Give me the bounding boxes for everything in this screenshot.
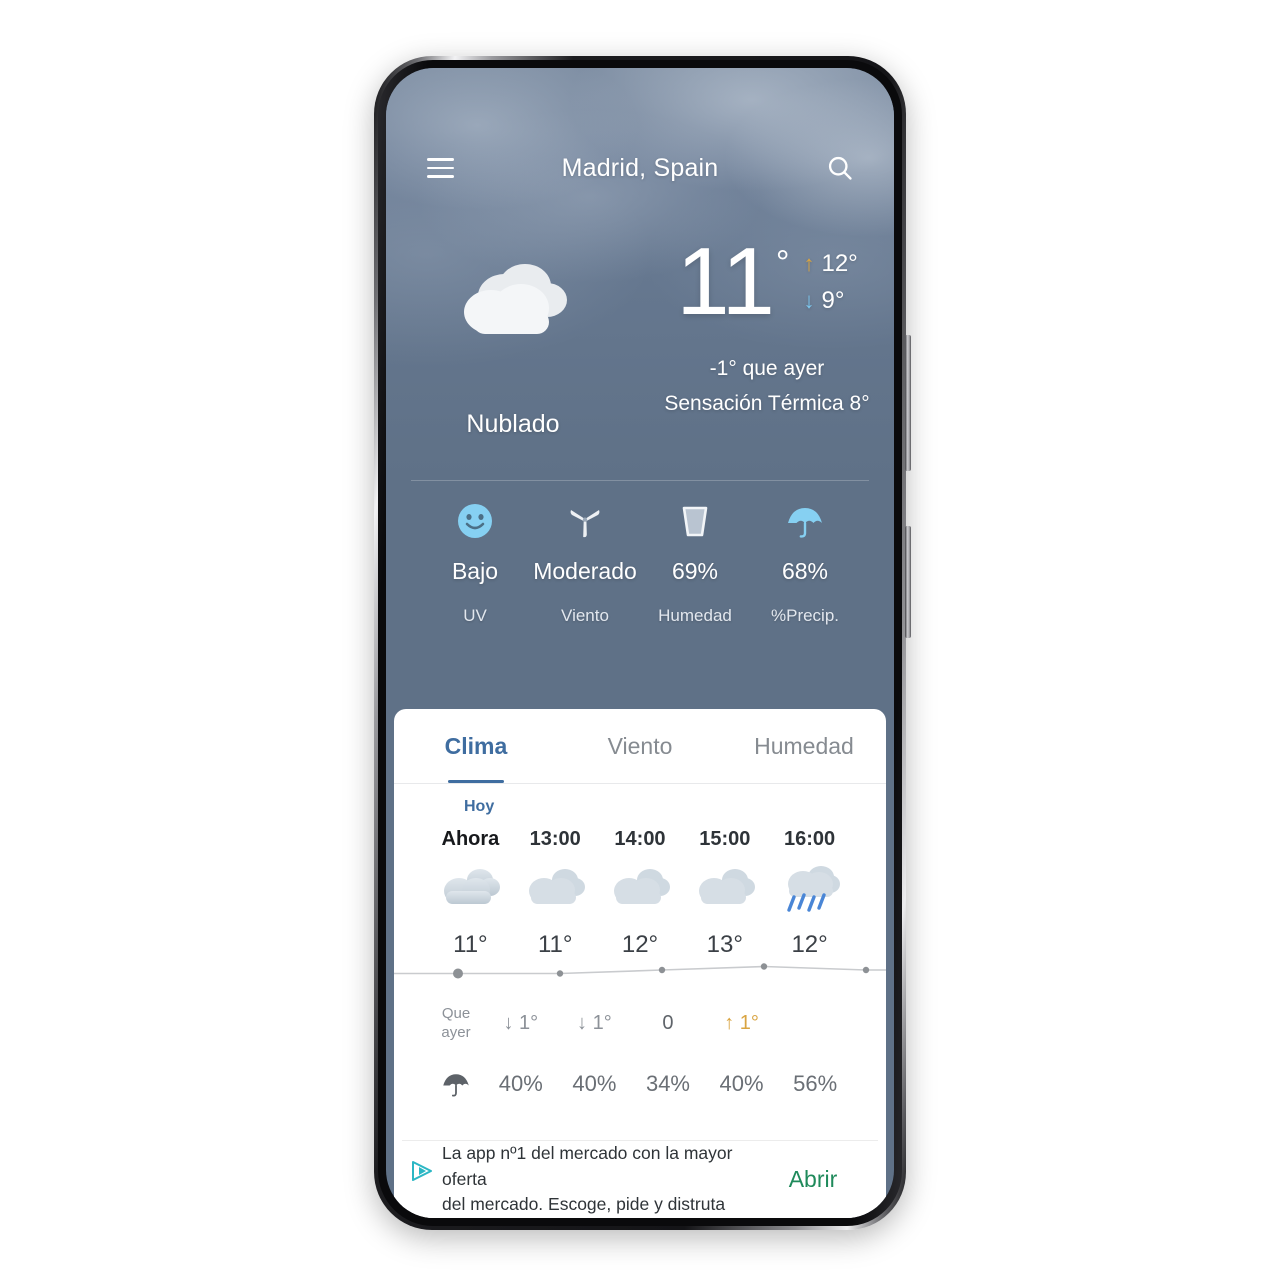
partly-cloudy-icon xyxy=(607,857,673,919)
hour-cell[interactable]: Ahora xyxy=(428,822,513,851)
vs-yesterday-cell: 0 xyxy=(631,1012,705,1035)
phone-screen: Madrid, Spain Nublado 11 ° ↑ 12° ↓ 9° -1… xyxy=(386,68,894,1218)
vs-yesterday-value: ↑ 1° xyxy=(724,1012,759,1035)
metric-precipitation[interactable]: 68% %Precip. xyxy=(750,500,860,627)
hour-cell[interactable]: 13:00 xyxy=(513,822,598,851)
temperature-column: 11 ° ↑ 12° ↓ 9° -1° que ayer Sensación T… xyxy=(640,228,894,422)
ad-text-line1: La app nº1 del mercado con la mayor ofer… xyxy=(442,1142,733,1189)
hour-time: 16:00 xyxy=(784,828,836,850)
precip-value: 40% xyxy=(719,1070,764,1096)
precip-value: 40% xyxy=(498,1070,543,1096)
ad-text-line2: del mercado. Escoge, pide y distruta xyxy=(442,1194,726,1215)
high-temp-value: 12° xyxy=(821,250,858,277)
partly-cloudy-icon xyxy=(692,857,758,919)
temperature-notes: -1° que ayer Sensación Térmica 8° xyxy=(664,352,869,421)
uv-smiley-icon xyxy=(456,500,494,542)
ad-text: La app nº1 del mercado con la mayor ofer… xyxy=(442,1141,748,1218)
metric-humidity-value: 69% xyxy=(671,558,719,584)
umbrella-icon xyxy=(428,1069,484,1099)
weather-hero: Madrid, Spain Nublado 11 ° ↑ 12° ↓ 9° -1… xyxy=(386,68,894,709)
high-temp-row: ↑ 12° xyxy=(803,250,857,278)
power-button[interactable] xyxy=(905,526,911,638)
hour-cell[interactable]: 16:00 xyxy=(767,822,852,851)
precip-value: 56% xyxy=(793,1070,838,1096)
tabs-divider xyxy=(394,783,886,784)
vs-yesterday-value: 0 xyxy=(662,1012,674,1035)
metric-precipitation-label: %Precip. xyxy=(770,606,840,625)
hour-cell[interactable]: 14:00 xyxy=(598,822,683,851)
hourly-forecast: Ahora 13:00 14:00 15:00 16:00 11° 11° 12… xyxy=(394,822,886,1099)
hourly-icon-row xyxy=(394,851,886,919)
forecast-card: Clima Viento Humedad Hoy Ahora 13:00 14:… xyxy=(394,709,886,1218)
cloudy-icon xyxy=(451,256,575,348)
vs-yesterday-value: ↓ 1° xyxy=(503,1012,539,1035)
hero-divider xyxy=(411,480,869,481)
tab-clima[interactable]: Clima xyxy=(394,709,558,783)
app-top-bar: Madrid, Spain xyxy=(386,140,894,196)
volume-button[interactable] xyxy=(905,335,911,471)
compare-yesterday-text: -1° que ayer xyxy=(709,357,825,381)
page-title: Madrid, Spain xyxy=(561,153,719,182)
hour-time: 15:00 xyxy=(699,828,751,850)
tab-clima-label: Clima xyxy=(444,732,508,759)
degree-symbol: ° xyxy=(775,244,790,282)
low-temp-value: 9° xyxy=(821,287,845,314)
arrow-up-icon: ↑ xyxy=(803,251,815,276)
forecast-tabs: Clima Viento Humedad xyxy=(394,709,886,783)
vs-yesterday-value: ↓ 1° xyxy=(577,1012,612,1035)
vs-yesterday-label: Que ayer xyxy=(441,1005,471,1041)
tab-humedad[interactable]: Humedad xyxy=(722,709,886,783)
tab-viento-label: Viento xyxy=(607,732,673,759)
metric-wind[interactable]: Moderado Viento xyxy=(530,500,640,627)
adchoices-icon[interactable] xyxy=(402,1160,442,1200)
humidity-glass-icon xyxy=(678,500,712,542)
vs-yesterday-cell: ↓ 1° xyxy=(558,1012,632,1035)
hour-time: 13:00 xyxy=(529,828,581,850)
rain-icon xyxy=(777,857,843,919)
metric-humidity-label: Humedad xyxy=(658,606,732,625)
vs-yesterday-cell: ↓ 1° xyxy=(484,1012,558,1035)
partly-cloudy-icon xyxy=(522,857,588,919)
current-temperature: 11 xyxy=(676,228,775,335)
arrow-down-icon: ↓ xyxy=(803,288,815,313)
condition-column: Nublado xyxy=(386,238,640,439)
temperature-line-chart xyxy=(394,963,886,979)
tab-viento[interactable]: Viento xyxy=(558,709,722,783)
metric-dewpoint[interactable]: Pun ro xyxy=(860,500,894,627)
metrics-row: Bajo UV Moderado Viento 69% Humedad 68% … xyxy=(420,500,894,627)
umbrella-icon xyxy=(785,500,825,542)
condition-text: Nublado xyxy=(466,410,560,438)
ad-open-button[interactable]: Abrir xyxy=(748,1166,878,1193)
precipitation-row: 40% 40% 34% 40% 56% xyxy=(394,1069,886,1099)
precip-value: 40% xyxy=(572,1070,617,1096)
metric-wind-value: Moderado xyxy=(533,558,637,584)
metric-precipitation-value: 68% xyxy=(781,558,829,584)
vs-yesterday-row: Que ayer ↓ 1° ↓ 1° 0 ↑ 1° xyxy=(394,1005,886,1043)
wind-turbine-icon xyxy=(567,500,603,542)
metric-uv-value: Bajo xyxy=(451,558,499,584)
partly-cloudy-icon xyxy=(437,857,503,919)
metric-uv-label: UV xyxy=(463,606,487,625)
hour-time: 14:00 xyxy=(614,828,666,850)
hour-cell[interactable]: 15:00 xyxy=(682,822,767,851)
search-icon[interactable] xyxy=(826,154,854,182)
feels-like-text: Sensación Térmica 8° xyxy=(664,391,870,415)
day-label: Hoy xyxy=(464,798,495,815)
low-temp-row: ↓ 9° xyxy=(803,287,857,315)
metric-wind-label: Viento xyxy=(561,606,609,625)
hour-time: Ahora xyxy=(441,828,500,850)
hourly-temp-row: 11° 11° 12° 13° 12° xyxy=(394,919,886,959)
tab-humedad-label: Humedad xyxy=(754,732,854,759)
current-conditions: Nublado 11 ° ↑ 12° ↓ 9° -1° que ayer Sen… xyxy=(386,228,894,439)
hourly-time-row: Ahora 13:00 14:00 15:00 16:00 xyxy=(394,822,886,851)
metric-humidity[interactable]: 69% Humedad xyxy=(640,500,750,627)
precip-value: 34% xyxy=(645,1070,690,1096)
vs-yesterday-cell: ↑ 1° xyxy=(705,1012,779,1035)
temperature-sparkline xyxy=(394,955,886,983)
ad-banner[interactable]: La app nº1 del mercado con la mayor ofer… xyxy=(402,1140,878,1218)
high-low-group: ↑ 12° ↓ 9° xyxy=(803,250,857,324)
screenshot-canvas: Madrid, Spain Nublado 11 ° ↑ 12° ↓ 9° -1… xyxy=(0,0,1280,1280)
metric-uv[interactable]: Bajo UV xyxy=(420,500,530,627)
